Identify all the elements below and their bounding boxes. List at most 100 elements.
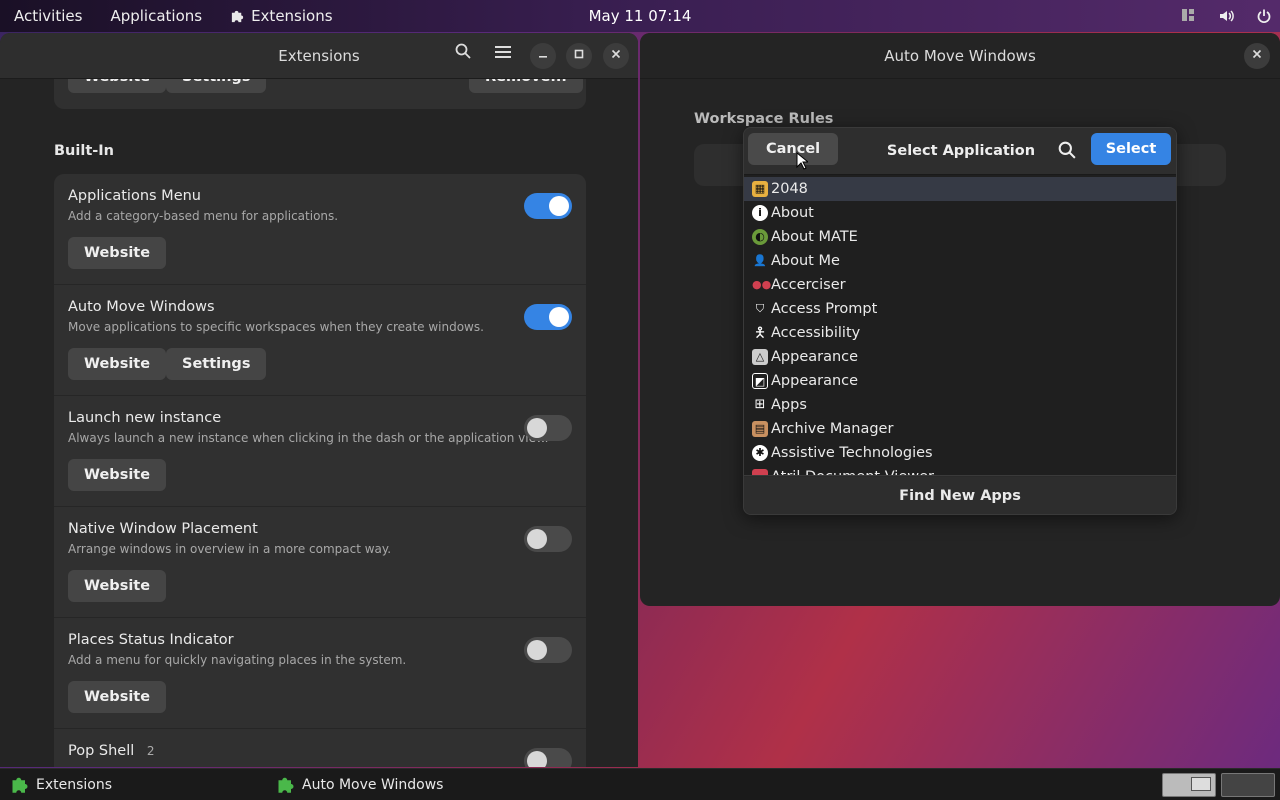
close-button[interactable] bbox=[1244, 43, 1270, 69]
settings-button[interactable]: Settings bbox=[166, 79, 267, 93]
application-list[interactable]: ▦ 2048 i About ◐ About MATE 👤 About Me ●… bbox=[744, 174, 1176, 476]
website-button[interactable]: Website bbox=[68, 79, 167, 93]
close-icon bbox=[1252, 49, 1262, 59]
top-bar: Activities Applications Extensions May 1… bbox=[0, 0, 1280, 32]
extension-title: Places Status Indicator bbox=[68, 632, 234, 648]
close-icon bbox=[611, 49, 621, 59]
app-row[interactable]: ◐ About MATE bbox=[744, 225, 1176, 249]
power-icon[interactable] bbox=[1256, 8, 1272, 24]
app-row[interactable]: ▤ Archive Manager bbox=[744, 417, 1176, 441]
amw-headerbar: Auto Move Windows bbox=[640, 33, 1280, 79]
dialog-headerbar: Cancel Select Application Select bbox=[744, 128, 1176, 174]
assistive-icon: ✱ bbox=[752, 445, 768, 461]
extension-row-pop-shell: Pop Shell 2 bbox=[54, 729, 586, 767]
appearance-icon: △ bbox=[752, 349, 768, 365]
app-row[interactable]: △ Appearance bbox=[744, 345, 1176, 369]
atril-icon: ▭ bbox=[752, 469, 768, 475]
task-auto-move-windows[interactable]: Auto Move Windows bbox=[276, 769, 443, 800]
2048-icon: ▦ bbox=[752, 181, 768, 197]
mate-icon: ◐ bbox=[752, 229, 768, 245]
activities-button[interactable]: Activities bbox=[0, 0, 96, 32]
system-tray bbox=[1180, 0, 1272, 32]
clock[interactable]: May 11 07:14 bbox=[589, 7, 692, 25]
extensions-list[interactable]: Website Settings Remove... Built-In Appl… bbox=[0, 79, 638, 767]
maximize-button[interactable] bbox=[566, 43, 592, 69]
app-row[interactable]: ✱ Assistive Technologies bbox=[744, 441, 1176, 465]
extension-toggle[interactable] bbox=[524, 526, 572, 552]
app-row[interactable]: ▭ Atril Document Viewer bbox=[744, 465, 1176, 475]
extension-row-launch-new-instance: Launch new instance Always launch a new … bbox=[54, 396, 586, 507]
extension-title: Pop Shell 2 bbox=[68, 743, 155, 759]
builtin-extensions-card: Applications Menu Add a category-based m… bbox=[54, 174, 586, 767]
select-button[interactable]: Select bbox=[1091, 133, 1171, 165]
volume-icon[interactable] bbox=[1218, 8, 1234, 24]
website-button[interactable]: Website bbox=[68, 348, 167, 380]
extension-description: Add a category-based menu for applicatio… bbox=[68, 209, 339, 223]
settings-button[interactable]: Settings bbox=[166, 348, 267, 380]
mouse-cursor bbox=[796, 152, 808, 170]
section-workspace-rules: Workspace Rules bbox=[694, 111, 834, 127]
window-title: Auto Move Windows bbox=[884, 47, 1036, 65]
app-row[interactable]: ⊞ Apps bbox=[744, 393, 1176, 417]
extensions-window: Extensions Website Settings Remove... Bu… bbox=[0, 33, 638, 767]
extension-toggle[interactable] bbox=[524, 748, 572, 767]
appearance-alt-icon: ◩ bbox=[752, 373, 768, 389]
accessibility-icon: 🯅 bbox=[753, 325, 767, 341]
active-app-menu[interactable]: Extensions bbox=[216, 0, 346, 32]
website-button[interactable]: Website bbox=[68, 681, 167, 713]
app-row[interactable]: ◩ Appearance bbox=[744, 369, 1176, 393]
minimize-icon bbox=[539, 56, 547, 58]
website-button[interactable]: Website bbox=[68, 237, 167, 269]
app-row[interactable]: 🯅 Accessibility bbox=[744, 321, 1176, 345]
workspace-switcher-1[interactable] bbox=[1162, 773, 1216, 797]
extension-toggle[interactable] bbox=[524, 193, 572, 219]
app-row[interactable]: ⛉ Access Prompt bbox=[744, 297, 1176, 321]
applications-menu[interactable]: Applications bbox=[96, 0, 216, 32]
extension-title: Auto Move Windows bbox=[68, 299, 215, 315]
info-icon: i bbox=[752, 205, 768, 221]
search-button[interactable] bbox=[450, 43, 476, 69]
accerciser-icon: ●● bbox=[752, 278, 772, 291]
active-app-label: Extensions bbox=[251, 7, 333, 25]
puzzle-icon bbox=[12, 777, 28, 793]
search-icon bbox=[1058, 141, 1076, 159]
app-row[interactable]: ●● Accerciser bbox=[744, 273, 1176, 297]
select-application-dialog: Cancel Select Application Select ▦ 2048 … bbox=[743, 127, 1177, 515]
taskbar: Extensions Auto Move Windows bbox=[0, 768, 1280, 800]
remove-button[interactable]: Remove... bbox=[469, 79, 583, 93]
extension-title: Native Window Placement bbox=[68, 521, 258, 537]
workspace-icon[interactable] bbox=[1180, 8, 1196, 24]
app-row[interactable]: i About bbox=[744, 201, 1176, 225]
section-builtin: Built-In bbox=[54, 143, 114, 159]
extension-toggle[interactable] bbox=[524, 415, 572, 441]
extension-row-native-window-placement: Native Window Placement Arrange windows … bbox=[54, 507, 586, 618]
puzzle-icon bbox=[231, 10, 244, 23]
cancel-button[interactable]: Cancel bbox=[748, 133, 839, 165]
main-menu-button[interactable] bbox=[490, 43, 516, 69]
extensions-headerbar: Extensions bbox=[0, 33, 638, 79]
extension-toggle[interactable] bbox=[524, 304, 572, 330]
workspace-switcher-2[interactable] bbox=[1221, 773, 1275, 797]
task-extensions[interactable]: Extensions bbox=[10, 769, 112, 800]
app-row[interactable]: 👤 About Me bbox=[744, 249, 1176, 273]
website-button[interactable]: Website bbox=[68, 570, 167, 602]
find-new-apps-button[interactable]: Find New Apps bbox=[744, 477, 1176, 514]
puzzle-icon bbox=[278, 777, 294, 793]
website-button[interactable]: Website bbox=[68, 459, 167, 491]
close-button[interactable] bbox=[603, 43, 629, 69]
maximize-icon bbox=[574, 49, 584, 59]
minimize-button[interactable] bbox=[530, 43, 556, 69]
app-row[interactable]: ▦ 2048 bbox=[744, 177, 1176, 201]
person-icon: 👤 bbox=[753, 254, 767, 267]
extension-toggle[interactable] bbox=[524, 637, 572, 663]
extension-description: Add a menu for quickly navigating places… bbox=[68, 653, 407, 667]
shield-icon: ⛉ bbox=[755, 302, 765, 315]
search-button[interactable] bbox=[1058, 141, 1076, 163]
apps-grid-icon: ⊞ bbox=[754, 397, 766, 412]
search-icon bbox=[455, 43, 471, 59]
extension-title: Launch new instance bbox=[68, 410, 222, 426]
extension-row-auto-move-windows: Auto Move Windows Move applications to s… bbox=[54, 285, 586, 396]
version-badge: 2 bbox=[146, 744, 155, 758]
extension-title-text: Pop Shell bbox=[68, 743, 135, 759]
extension-row-applications-menu: Applications Menu Add a category-based m… bbox=[54, 174, 586, 285]
